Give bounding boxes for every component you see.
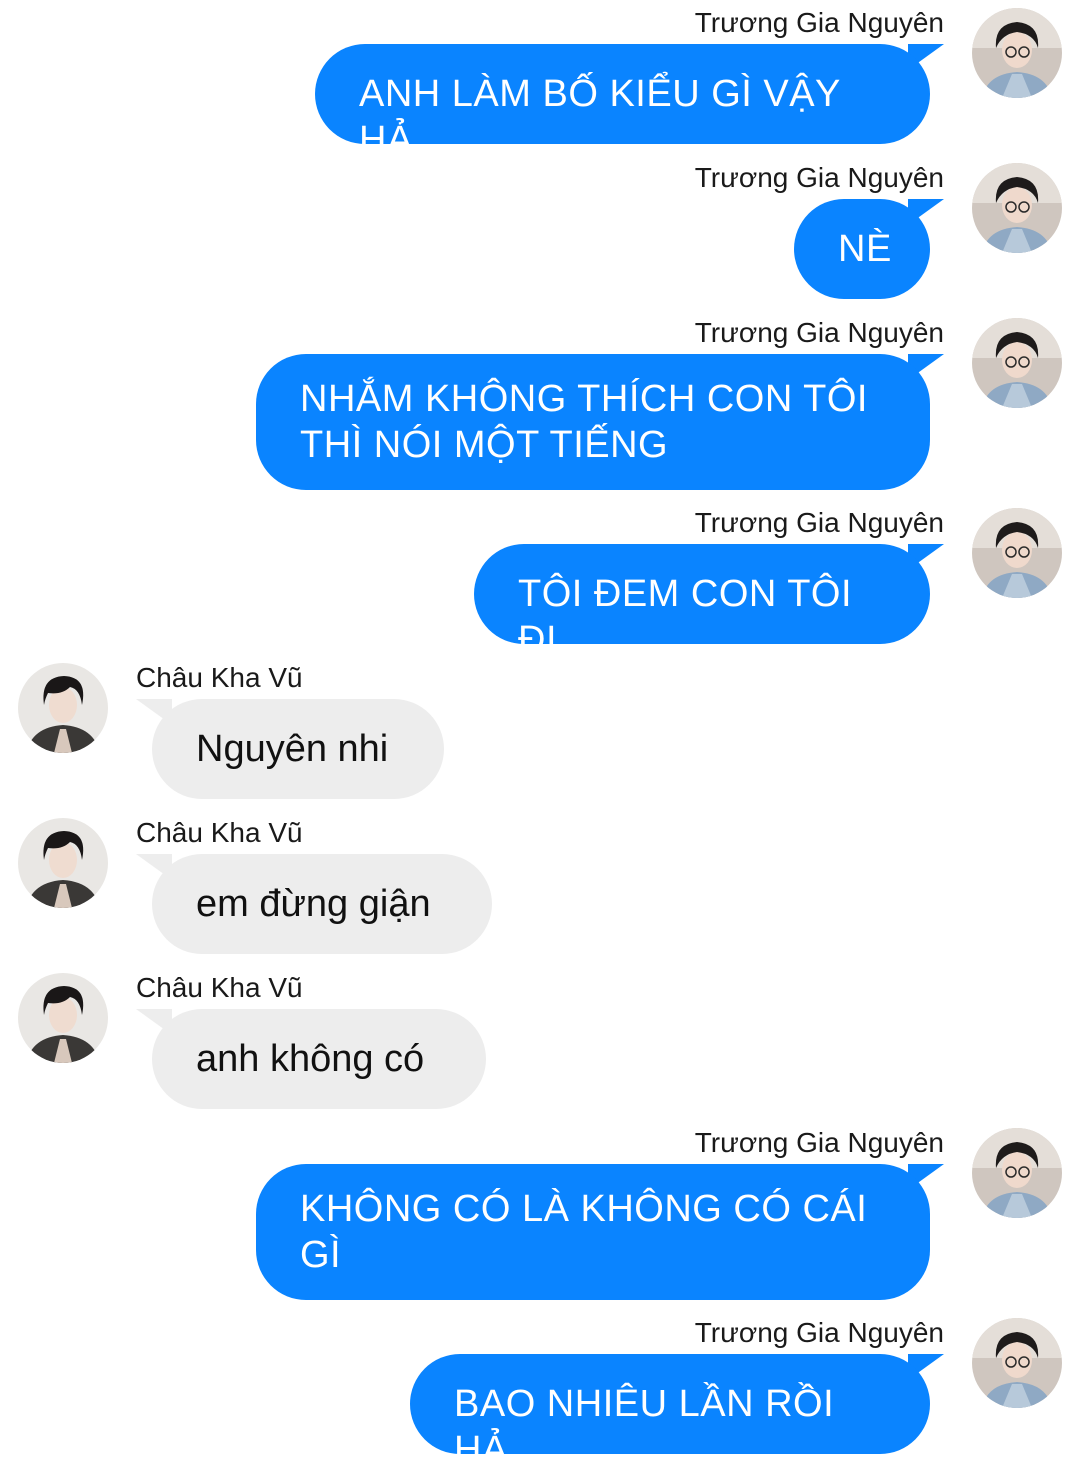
avatar-photo-icon	[972, 1128, 1062, 1218]
message-row: Trương Gia Nguyên NHẮM KHÔNG THÍCH CON T…	[0, 310, 1080, 500]
avatar-photo-icon	[972, 1318, 1062, 1408]
avatar-photo-icon	[18, 663, 108, 753]
message-bubble[interactable]: NÈ	[794, 199, 930, 299]
avatar-photo-icon	[972, 508, 1062, 598]
message-bubble[interactable]: TÔI ĐEM CON TÔI ĐI	[474, 544, 930, 661]
avatar-nguyen[interactable]	[972, 1128, 1062, 1218]
message-bubble[interactable]: ANH LÀM BỐ KIỂU GÌ VẬY HẢ	[315, 44, 930, 161]
message-row: Châu Kha Vũ Nguyên nhi	[0, 655, 1080, 805]
sender-name: Trương Gia Nguyên	[694, 507, 944, 538]
avatar-nguyen[interactable]	[972, 8, 1062, 98]
avatar-photo-icon	[18, 818, 108, 908]
avatar-vu[interactable]	[18, 663, 108, 753]
sender-name: Châu Kha Vũ	[136, 662, 303, 693]
avatar-nguyen[interactable]	[972, 163, 1062, 253]
message-bubble[interactable]: BAO NHIÊU LẦN RỒI HẢ	[410, 1354, 930, 1471]
avatar-photo-icon	[972, 163, 1062, 253]
sender-name: Trương Gia Nguyên	[694, 1127, 944, 1158]
message-row: Châu Kha Vũ anh không có	[0, 965, 1080, 1115]
sender-name: Trương Gia Nguyên	[694, 1317, 944, 1348]
message-row: Trương Gia Nguyên NÈ	[0, 155, 1080, 305]
message-row: Trương Gia Nguyên KHÔNG CÓ LÀ KHÔNG CÓ C…	[0, 1120, 1080, 1310]
avatar-nguyen[interactable]	[972, 1318, 1062, 1408]
message-row: Trương Gia Nguyên ANH LÀM BỐ KIỂU GÌ VẬY…	[0, 0, 1080, 161]
sender-name: Trương Gia Nguyên	[694, 317, 944, 348]
message-bubble[interactable]: KHÔNG CÓ LÀ KHÔNG CÓ CÁI GÌ	[256, 1164, 930, 1300]
message-bubble[interactable]: em đừng giận	[152, 854, 492, 954]
avatar-photo-icon	[972, 318, 1062, 408]
message-bubble[interactable]: NHẮM KHÔNG THÍCH CON TÔI THÌ NÓI MỘT TIẾ…	[256, 354, 930, 490]
avatar-nguyen[interactable]	[972, 318, 1062, 408]
avatar-photo-icon	[18, 973, 108, 1063]
message-row: Trương Gia Nguyên TÔI ĐEM CON TÔI ĐI	[0, 500, 1080, 661]
message-row: Châu Kha Vũ em đừng giận	[0, 810, 1080, 960]
sender-name: Trương Gia Nguyên	[694, 162, 944, 193]
avatar-vu[interactable]	[18, 973, 108, 1063]
avatar-vu[interactable]	[18, 818, 108, 908]
message-bubble[interactable]: anh không có	[152, 1009, 486, 1109]
avatar-photo-icon	[972, 8, 1062, 98]
message-bubble[interactable]: Nguyên nhi	[152, 699, 444, 799]
sender-name: Châu Kha Vũ	[136, 817, 303, 848]
avatar-nguyen[interactable]	[972, 508, 1062, 598]
message-row: Trương Gia Nguyên BAO NHIÊU LẦN RỒI HẢ	[0, 1310, 1080, 1471]
sender-name: Châu Kha Vũ	[136, 972, 303, 1003]
sender-name: Trương Gia Nguyên	[694, 7, 944, 38]
